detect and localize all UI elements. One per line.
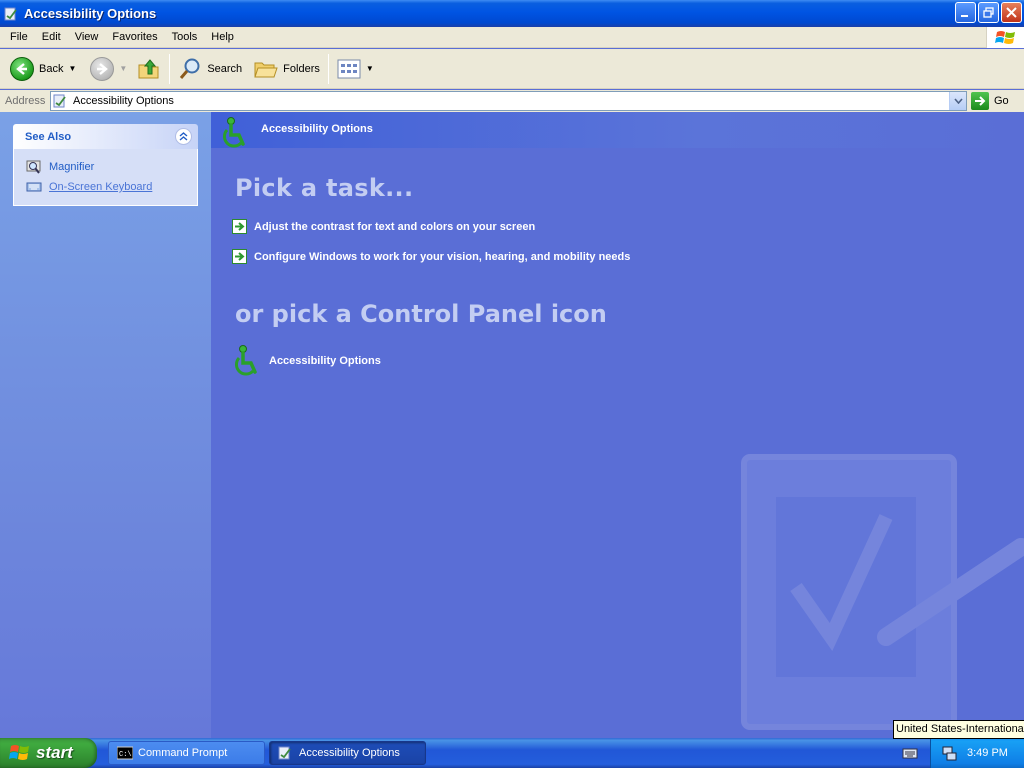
- menu-tools[interactable]: Tools: [165, 31, 205, 43]
- accessibility-icon: [231, 344, 263, 378]
- control-panel-icon-heading: or pick a Control Panel icon: [235, 300, 607, 328]
- close-icon: [1006, 7, 1017, 18]
- see-also-body: Magnifier On-Screen Keyboard: [13, 149, 198, 206]
- taskbar-accessibility-options[interactable]: Accessibility Options: [269, 741, 426, 765]
- up-folder-icon: [138, 58, 159, 78]
- menu-edit[interactable]: Edit: [35, 31, 68, 43]
- chevron-down-icon: [953, 98, 963, 104]
- collapse-button[interactable]: [175, 128, 192, 145]
- network-icon[interactable]: [941, 745, 957, 761]
- up-folder-button[interactable]: [133, 52, 165, 86]
- menu-view[interactable]: View: [68, 31, 106, 43]
- windows-flag-icon: [9, 745, 29, 760]
- back-dropdown-icon[interactable]: ▼: [68, 64, 76, 73]
- on-screen-keyboard-link[interactable]: On-Screen Keyboard: [26, 177, 197, 197]
- views-dropdown-icon[interactable]: ▼: [366, 64, 374, 73]
- task-label: Adjust the contrast for text and colors …: [254, 220, 536, 233]
- watermark-checklist-icon: [741, 454, 1024, 730]
- go-label: Go: [994, 95, 1009, 107]
- task-configure-windows[interactable]: Configure Windows to work for your visio…: [232, 249, 630, 264]
- magnifier-label: Magnifier: [49, 161, 95, 173]
- taskbar-command-prompt[interactable]: C:\ Command Prompt: [108, 741, 265, 765]
- address-bar: Address Accessibility Options Go: [0, 90, 1024, 112]
- green-arrow-icon: [232, 249, 247, 264]
- minimize-button[interactable]: [955, 2, 976, 23]
- task-label: Configure Windows to work for your visio…: [254, 250, 631, 263]
- title-bar: Accessibility Options: [0, 0, 1024, 27]
- on-screen-keyboard-label: On-Screen Keyboard: [49, 181, 153, 193]
- address-value: Accessibility Options: [73, 95, 174, 107]
- taskbar-task-label: Accessibility Options: [299, 747, 400, 759]
- back-button[interactable]: Back ▼: [6, 52, 80, 86]
- taskbar: start C:\ Command Prompt Accessibility O…: [0, 738, 1024, 768]
- menu-bar: File Edit View Favorites Tools Help: [0, 27, 1024, 48]
- search-button[interactable]: Search: [174, 52, 246, 86]
- system-tray: 3:49 PM: [930, 738, 1024, 768]
- restore-icon: [983, 7, 994, 18]
- minimize-icon: [961, 15, 968, 17]
- magnifier-icon: [26, 159, 42, 175]
- green-arrow-icon: [232, 219, 247, 234]
- accessibility-icon: [53, 93, 69, 109]
- task-adjust-contrast[interactable]: Adjust the contrast for text and colors …: [232, 219, 535, 234]
- taskbar-task-label: Command Prompt: [138, 747, 228, 759]
- magnifier-link[interactable]: Magnifier: [26, 157, 197, 177]
- accessibility-icon: [219, 116, 251, 150]
- see-also-header[interactable]: See Also: [13, 124, 198, 149]
- address-dropdown-button[interactable]: [949, 92, 966, 110]
- clock[interactable]: 3:49 PM: [967, 747, 1008, 759]
- menu-file[interactable]: File: [3, 31, 35, 43]
- toolbar-separator: [169, 53, 171, 84]
- category-title: Accessibility Options: [261, 123, 373, 135]
- window-title: Accessibility Options: [24, 6, 157, 21]
- see-also-panel: See Also Magnifier On-Screen Keyboard: [13, 124, 198, 206]
- address-label: Address: [5, 95, 46, 107]
- accessibility-options-icon-link[interactable]: Accessibility Options: [231, 344, 381, 378]
- language-bar-keyboard-icon[interactable]: [902, 746, 918, 760]
- language-tooltip: United States-International: [893, 720, 1024, 739]
- menu-help[interactable]: Help: [204, 31, 241, 43]
- see-also-title: See Also: [25, 130, 72, 143]
- restore-button[interactable]: [978, 2, 999, 23]
- go-button[interactable]: Go: [971, 91, 1009, 111]
- cmd-icon: C:\: [116, 745, 134, 761]
- folders-icon: [254, 62, 278, 77]
- svg-text:C:\: C:\: [119, 751, 132, 759]
- forward-arrow-icon: [90, 56, 115, 81]
- toolbar-separator: [327, 53, 329, 84]
- keyboard-icon: [26, 179, 42, 195]
- go-arrow-icon: [971, 92, 989, 110]
- toolbar: Back ▼ ▼ Search Folders ▼: [0, 49, 1024, 89]
- cp-icon-label: Accessibility Options: [269, 355, 381, 367]
- folders-label: Folders: [283, 62, 320, 75]
- forward-dropdown-icon[interactable]: ▼: [119, 64, 127, 73]
- accessibility-icon: [4, 6, 20, 22]
- menu-favorites[interactable]: Favorites: [105, 31, 164, 43]
- forward-button[interactable]: ▼: [86, 52, 131, 86]
- start-label: start: [36, 743, 73, 762]
- close-button[interactable]: [1001, 2, 1022, 23]
- task-pane: See Also Magnifier On-Screen Keyboard: [0, 112, 211, 738]
- views-button[interactable]: ▼: [333, 52, 378, 86]
- search-label: Search: [207, 62, 243, 75]
- double-chevron-up-icon: [179, 132, 188, 141]
- back-label: Back: [39, 62, 64, 75]
- views-icon: [337, 59, 361, 78]
- search-icon: [180, 58, 200, 79]
- back-arrow-icon: [10, 56, 34, 81]
- main-content: Accessibility Options Pick a task... Adj…: [211, 112, 1024, 738]
- address-input[interactable]: Accessibility Options: [50, 91, 967, 111]
- start-button[interactable]: start: [0, 738, 97, 768]
- category-header: Accessibility Options: [211, 112, 1024, 148]
- pick-task-heading: Pick a task...: [235, 174, 414, 202]
- windows-logo-icon: [986, 27, 1024, 48]
- accessibility-icon: [278, 745, 294, 761]
- folders-button[interactable]: Folders: [250, 52, 324, 86]
